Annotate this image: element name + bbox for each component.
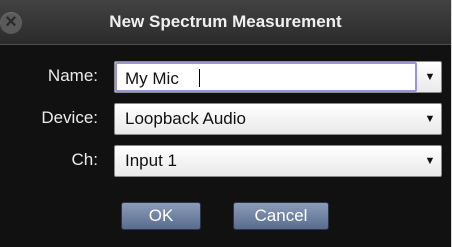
name-label: Name: [47,66,98,85]
text-caret [199,69,200,87]
name-combobox[interactable]: My Mic ▼ [114,61,442,93]
dialog-title: New Spectrum Measurement [109,12,342,31]
channel-select[interactable]: Input 1 ▼ [114,145,442,177]
ok-button[interactable]: OK [121,202,201,230]
chevron-down-icon[interactable]: ▼ [423,146,437,176]
title-bar: New Spectrum Measurement [0,0,451,45]
new-spectrum-measurement-dialog: New Spectrum Measurement Name: My Mic ▼ … [0,0,452,247]
channel-label: Ch: [71,150,98,169]
device-value: Loopback Audio [125,109,246,128]
cancel-button[interactable]: Cancel [233,202,329,230]
chevron-down-icon[interactable]: ▼ [423,104,437,134]
chevron-down-icon[interactable]: ▼ [423,62,437,92]
name-value: My Mic [125,69,179,88]
device-select[interactable]: Loopback Audio ▼ [114,103,442,135]
name-input[interactable]: My Mic [115,62,417,92]
channel-value: Input 1 [125,151,177,170]
device-label: Device: [41,108,98,127]
